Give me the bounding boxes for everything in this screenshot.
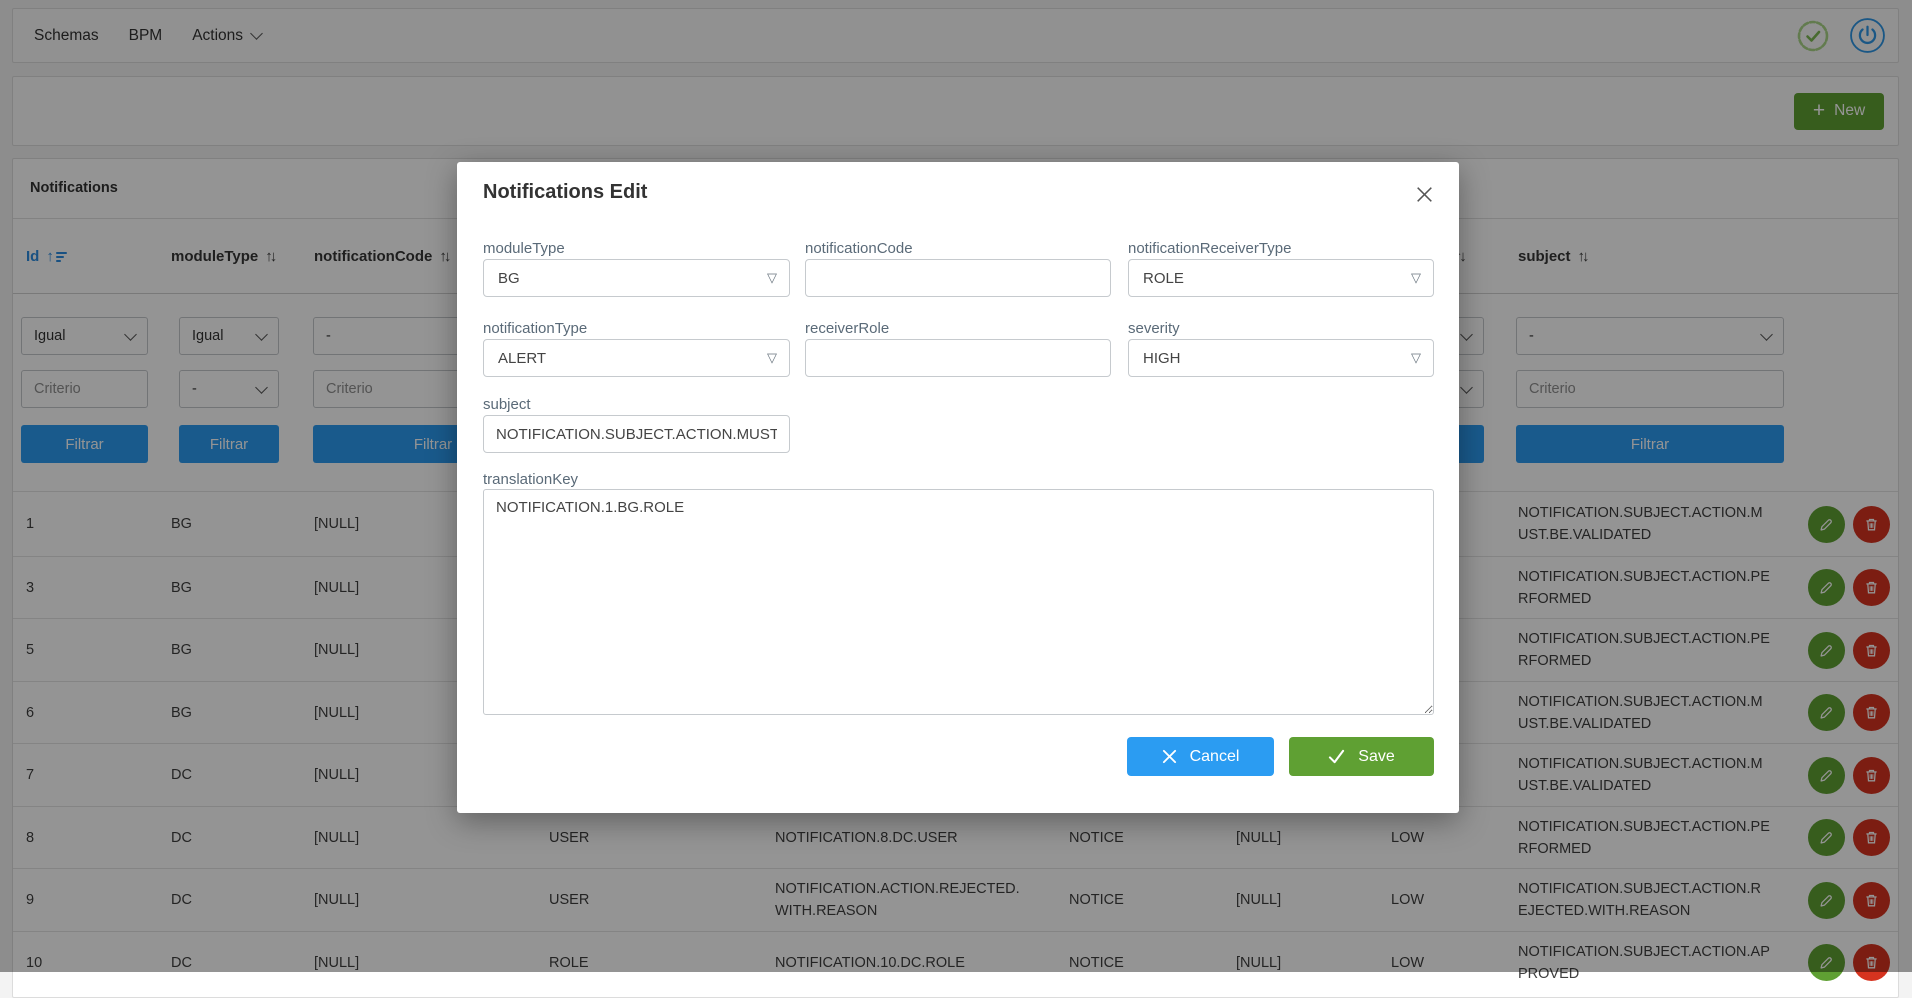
cancel-button-label: Cancel [1190, 748, 1240, 766]
severity-select[interactable]: HIGH ▽ [1128, 339, 1434, 377]
modal-title: Notifications Edit [483, 181, 647, 204]
translationKey-textarea[interactable] [483, 489, 1434, 715]
field-label-notificationCode: notificationCode [805, 240, 913, 257]
cancel-button[interactable]: Cancel [1127, 737, 1274, 776]
field-label-notificationReceiverType: notificationReceiverType [1128, 240, 1291, 257]
save-button-label: Save [1358, 748, 1394, 766]
check-icon [1328, 749, 1345, 764]
notificationCode-field[interactable] [805, 259, 1111, 297]
receiverRole-field[interactable] [805, 339, 1111, 377]
close-icon [1162, 749, 1177, 764]
field-label-severity: severity [1128, 320, 1180, 337]
dropdown-triangle-icon: ▽ [1411, 350, 1421, 366]
select-value: ALERT [498, 350, 546, 367]
select-value: HIGH [1143, 350, 1181, 367]
close-icon[interactable] [1413, 184, 1435, 206]
select-value: ROLE [1143, 270, 1184, 287]
field-label-notificationType: notificationType [483, 320, 587, 337]
notifications-edit-modal: Notifications Edit moduleType BG ▽ notifica… [457, 162, 1459, 813]
select-value: BG [498, 270, 520, 287]
dropdown-triangle-icon: ▽ [1411, 270, 1421, 286]
field-label-receiverRole: receiverRole [805, 320, 889, 337]
field-label-subject: subject [483, 396, 531, 413]
moduleType-select[interactable]: BG ▽ [483, 259, 790, 297]
field-label-translationKey: translationKey [483, 471, 578, 488]
field-label-moduleType: moduleType [483, 240, 565, 257]
save-button[interactable]: Save [1289, 737, 1434, 776]
notificationReceiverType-select[interactable]: ROLE ▽ [1128, 259, 1434, 297]
dropdown-triangle-icon: ▽ [767, 350, 777, 366]
dropdown-triangle-icon: ▽ [767, 270, 777, 286]
notificationType-select[interactable]: ALERT ▽ [483, 339, 790, 377]
subject-field[interactable] [483, 415, 790, 453]
